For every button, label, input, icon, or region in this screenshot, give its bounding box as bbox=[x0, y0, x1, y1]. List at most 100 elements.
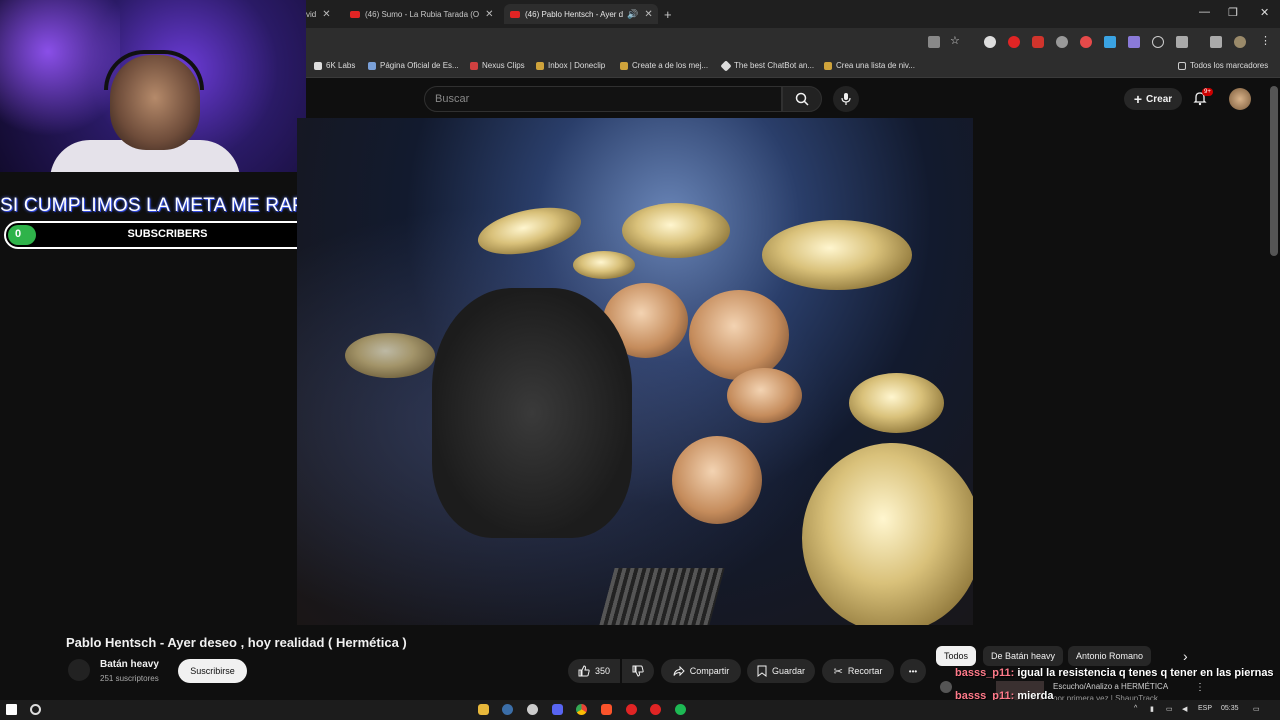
youtube-icon bbox=[510, 10, 520, 18]
more-actions-button[interactable]: ••• bbox=[900, 659, 926, 683]
clip-label: Recortar bbox=[847, 666, 883, 676]
drum bbox=[689, 290, 789, 380]
speaker-icon[interactable]: 🔊 bbox=[627, 9, 638, 20]
dislike-button[interactable] bbox=[622, 659, 654, 683]
record-icon[interactable] bbox=[650, 704, 661, 715]
clip-button[interactable]: ✂ Recortar bbox=[822, 659, 894, 683]
cymbal bbox=[849, 373, 944, 433]
bookmark-label: The best ChatBot an... bbox=[734, 61, 815, 70]
chevron-right-icon[interactable]: › bbox=[1183, 648, 1188, 664]
network-icon[interactable]: ▮ bbox=[1150, 705, 1154, 713]
mixer-board bbox=[599, 568, 725, 625]
voice-search-button[interactable] bbox=[833, 86, 859, 112]
drum bbox=[727, 368, 802, 423]
all-bookmarks[interactable]: Todos los marcadores bbox=[1178, 61, 1268, 70]
extension-icon[interactable] bbox=[1032, 36, 1044, 48]
webcam-feed bbox=[0, 0, 306, 172]
extension-icon[interactable] bbox=[1056, 36, 1068, 48]
tab-sumo[interactable]: (46) Sumo - La Rubia Tarada (O ✕ bbox=[350, 4, 500, 24]
save-button[interactable]: Guardar bbox=[747, 659, 815, 683]
bookmark-item[interactable]: Nexus Clips bbox=[470, 61, 525, 70]
tray-chevron-icon[interactable]: ^ bbox=[1134, 705, 1137, 712]
steam-icon[interactable] bbox=[502, 704, 513, 715]
tab-previous[interactable]: vid ✕ bbox=[306, 4, 342, 24]
discord-icon[interactable] bbox=[552, 704, 563, 715]
bookmark-icon bbox=[824, 61, 832, 70]
windows-start-icon[interactable] bbox=[6, 704, 17, 715]
bookmark-item[interactable]: Inbox | Doneclip bbox=[536, 61, 605, 70]
create-label: Crear bbox=[1146, 93, 1173, 105]
star-icon[interactable]: ☆ bbox=[950, 34, 962, 47]
search-icon[interactable] bbox=[30, 704, 41, 715]
bookmark-item[interactable]: 6K Labs bbox=[314, 61, 355, 70]
bookmark-label: Crea una lista de niv... bbox=[836, 61, 916, 70]
chrome-icon[interactable] bbox=[576, 704, 587, 715]
channel-subscribers: 251 suscriptores bbox=[100, 674, 159, 683]
kebab-menu-icon[interactable]: ⋮ bbox=[1260, 34, 1272, 47]
all-bookmarks-label: Todos los marcadores bbox=[1190, 61, 1269, 70]
chip-channel[interactable]: De Batán heavy bbox=[983, 646, 1064, 666]
notifications-button[interactable]: 9+ bbox=[1192, 88, 1213, 111]
channel-avatar[interactable] bbox=[68, 659, 90, 681]
subscriber-label: SUBSCRIBERS bbox=[127, 228, 208, 240]
tab-label: (46) Pablo Hentsch - Ayer d bbox=[525, 9, 624, 19]
create-button[interactable]: + Crear bbox=[1124, 88, 1182, 110]
language-indicator[interactable]: ESP bbox=[1198, 705, 1212, 712]
extension-icon[interactable] bbox=[984, 36, 996, 48]
close-window-button[interactable]: ✕ bbox=[1260, 6, 1269, 19]
profile-icon[interactable] bbox=[1234, 36, 1246, 48]
search-icon bbox=[795, 92, 809, 106]
puzzle-icon[interactable] bbox=[1176, 36, 1188, 48]
user-avatar[interactable] bbox=[1229, 88, 1251, 110]
kebab-menu-icon[interactable]: ⋮ bbox=[1195, 682, 1205, 693]
minimize-button[interactable]: — bbox=[1199, 6, 1210, 18]
recommended-title[interactable]: Escucho/Analizo a HERMÉTICA bbox=[1053, 682, 1168, 691]
brave-icon[interactable] bbox=[601, 704, 612, 715]
bookmark-item[interactable]: Página Oficial de Es... bbox=[368, 61, 459, 70]
bookmark-item[interactable]: Create a de los mej... bbox=[620, 61, 708, 70]
cymbal bbox=[345, 333, 435, 378]
extension-icon[interactable] bbox=[1152, 36, 1164, 48]
close-icon[interactable]: ✕ bbox=[322, 9, 330, 20]
clock[interactable]: 05:35 bbox=[1221, 705, 1239, 712]
extension-icon[interactable] bbox=[1008, 36, 1020, 48]
subscriber-goal-bar: SUBSCRIBERS 0 6 bbox=[4, 221, 331, 249]
volume-icon[interactable]: ◀ bbox=[1182, 705, 1187, 713]
subscribe-button[interactable]: Suscribirse bbox=[178, 659, 247, 683]
browser-toolbar: ☆ ⋮ bbox=[306, 28, 1280, 56]
chip-all[interactable]: Todos bbox=[936, 646, 977, 666]
video-player[interactable] bbox=[297, 118, 973, 625]
bookmark-item[interactable]: The best ChatBot an... bbox=[720, 59, 815, 72]
maximize-button[interactable]: ❐ bbox=[1228, 6, 1238, 19]
page-scrollbar[interactable] bbox=[1270, 86, 1278, 256]
drummer bbox=[432, 288, 632, 538]
notifications-icon[interactable]: ▭ bbox=[1253, 705, 1260, 713]
cymbal bbox=[573, 251, 635, 279]
cymbal bbox=[622, 203, 730, 258]
notification-badge: 9+ bbox=[1202, 88, 1213, 96]
app-icon[interactable] bbox=[527, 704, 538, 715]
new-tab-button[interactable]: + bbox=[664, 4, 678, 24]
search-button[interactable] bbox=[782, 86, 822, 112]
install-icon[interactable] bbox=[928, 36, 940, 48]
bookmark-item[interactable]: Crea una lista de niv... bbox=[824, 61, 915, 70]
extension-icon[interactable] bbox=[1104, 36, 1116, 48]
tab-pablo-hentsch[interactable]: (46) Pablo Hentsch - Ayer d 🔊 ✕ bbox=[504, 4, 658, 24]
thumbs-down-icon bbox=[632, 665, 644, 677]
channel-name[interactable]: Batán heavy bbox=[100, 659, 159, 670]
like-count: 350 bbox=[594, 666, 611, 676]
chip-antonio-romano[interactable]: Antonio Romano bbox=[1068, 646, 1152, 666]
like-button[interactable]: 350 bbox=[568, 659, 620, 683]
close-icon[interactable]: ✕ bbox=[485, 9, 493, 20]
close-icon[interactable]: ✕ bbox=[644, 9, 652, 20]
share-button[interactable]: Compartir bbox=[661, 659, 741, 683]
spotify-icon[interactable] bbox=[675, 704, 686, 715]
youtube-icon[interactable] bbox=[626, 704, 637, 715]
display-icon[interactable]: ▭ bbox=[1166, 705, 1173, 713]
extension-icon[interactable] bbox=[1080, 36, 1092, 48]
media-control-icon[interactable] bbox=[1210, 36, 1222, 48]
bookmark-label: Create a de los mej... bbox=[632, 61, 709, 70]
file-explorer-icon[interactable] bbox=[478, 704, 489, 715]
search-input[interactable]: Buscar bbox=[424, 86, 782, 112]
extension-icon[interactable] bbox=[1128, 36, 1140, 48]
